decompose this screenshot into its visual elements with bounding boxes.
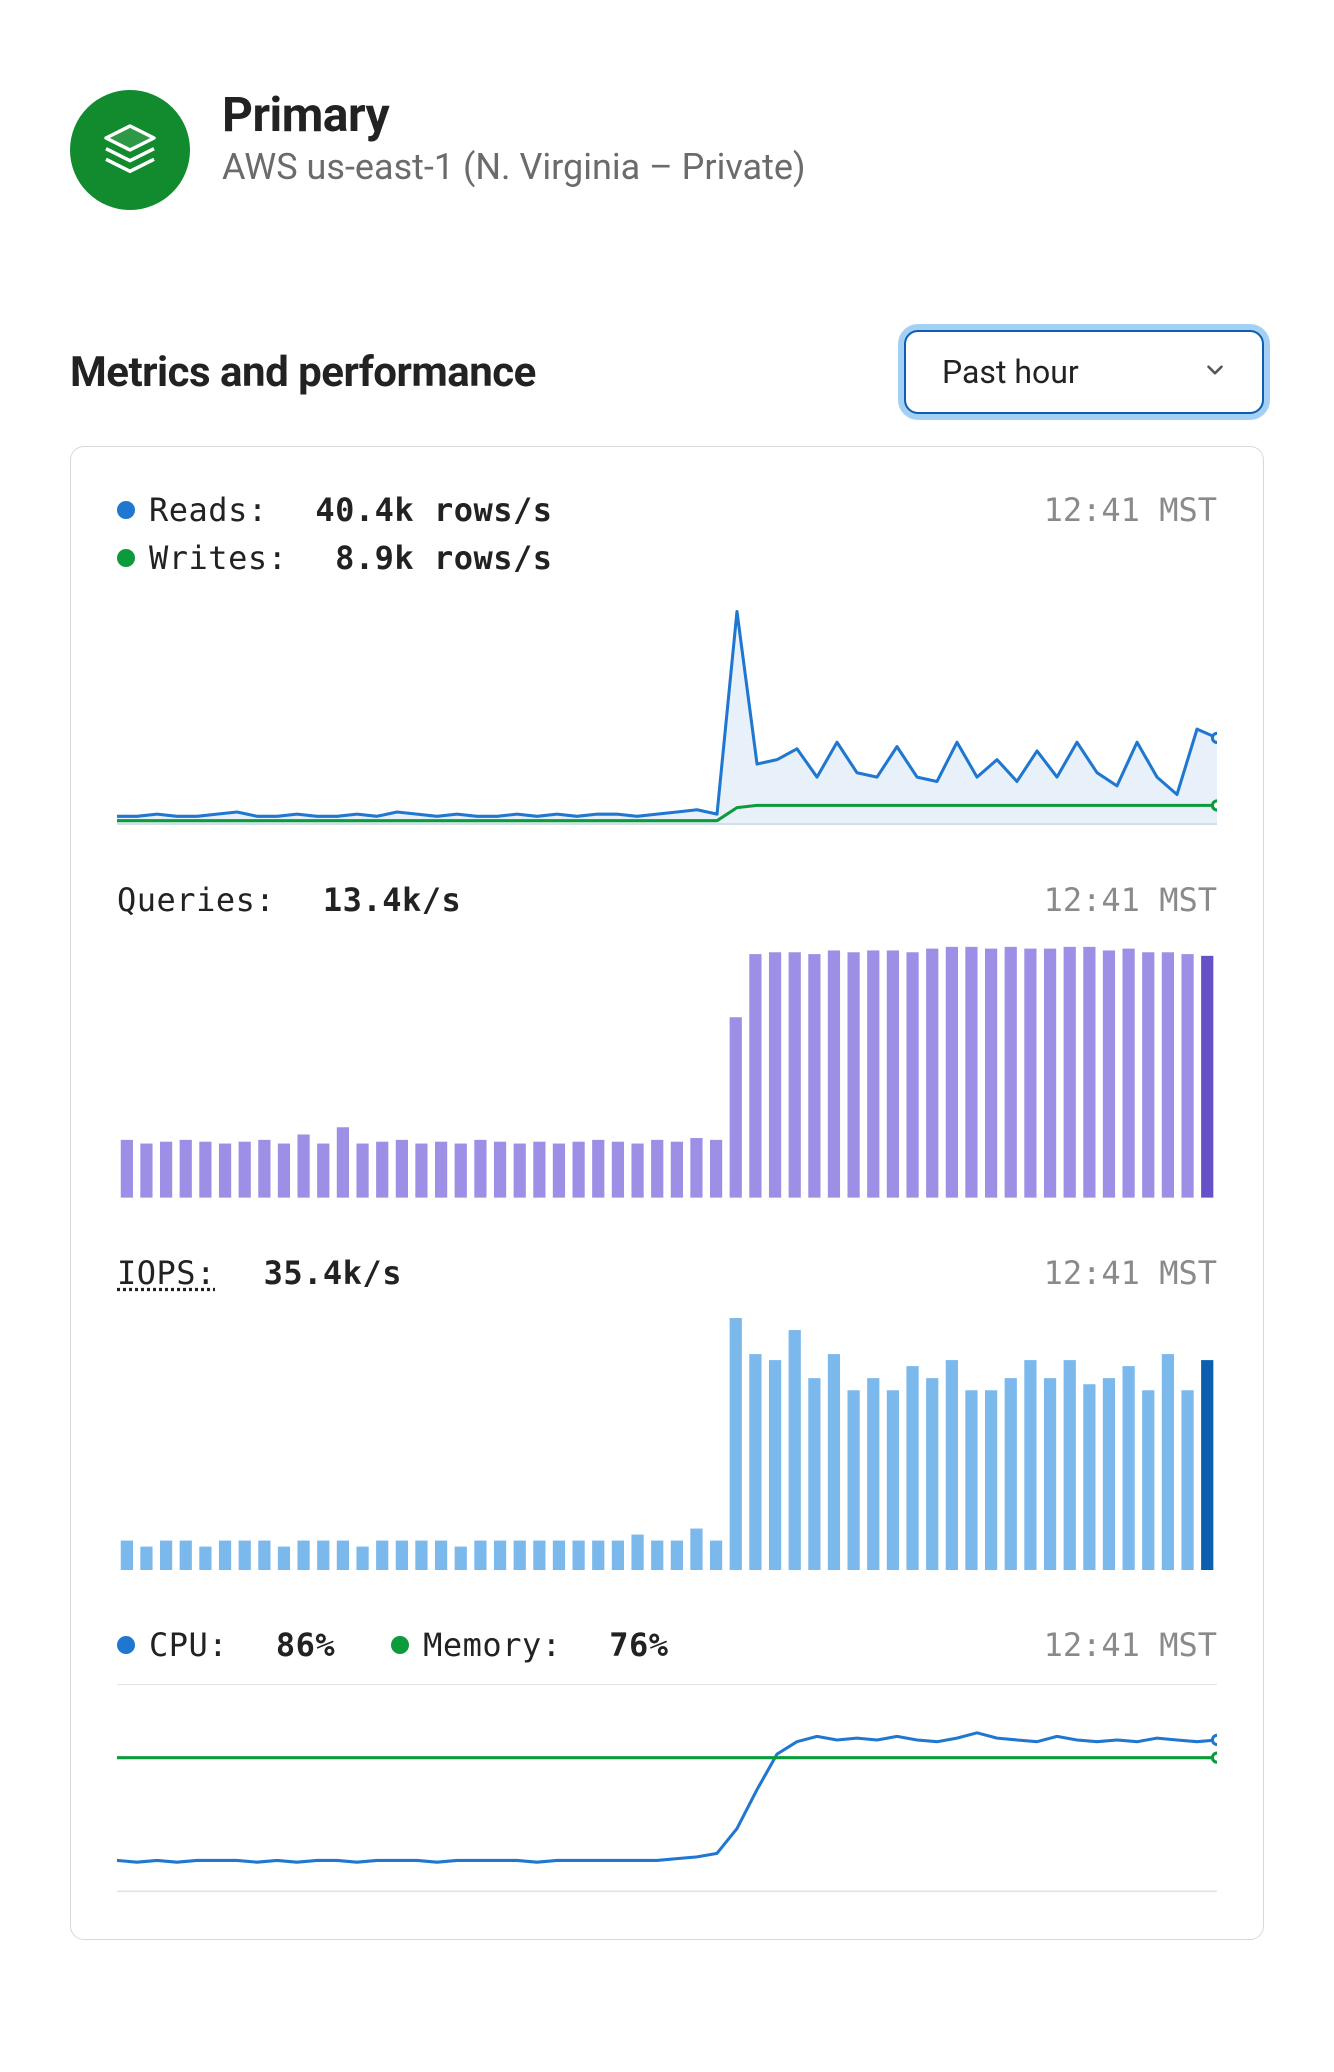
timestamp: 12:41 MST [1044,881,1217,919]
iops-legend: IOPS: 35.4k/s [117,1254,402,1292]
cpu-mem-chart [117,1709,1217,1892]
dot-icon [391,1636,409,1654]
writes-legend: Writes: 8.9k rows/s [117,539,553,577]
chevron-down-icon [1202,353,1228,391]
iops-chart [117,1316,1217,1571]
cpu-mem-legend: CPU: 86% Memory: 76% [117,1626,669,1664]
time-range-value: Past hour [942,353,1079,391]
dot-icon [117,1636,135,1654]
page-subtitle: AWS us-east-1 (N. Virginia – Private) [222,146,806,188]
dot-icon [117,549,135,567]
page-title: Primary [222,90,806,140]
timestamp: 12:41 MST [1044,491,1217,529]
section-title: Metrics and performance [70,348,536,397]
metrics-card: Reads: 40.4k rows/s Writes: 8.9k rows/s … [70,446,1264,1940]
dot-icon [117,501,135,519]
queries-chart [117,943,1217,1198]
queries-legend: Queries: 13.4k/s [117,881,461,919]
timestamp: 12:41 MST [1044,1626,1217,1664]
reads-writes-chart [117,601,1217,825]
stack-icon [70,90,190,210]
page-header: Primary AWS us-east-1 (N. Virginia – Pri… [70,90,1264,210]
timestamp: 12:41 MST [1044,1254,1217,1292]
time-range-select[interactable]: Past hour [904,330,1264,414]
reads-legend: Reads: 40.4k rows/s [117,491,553,529]
